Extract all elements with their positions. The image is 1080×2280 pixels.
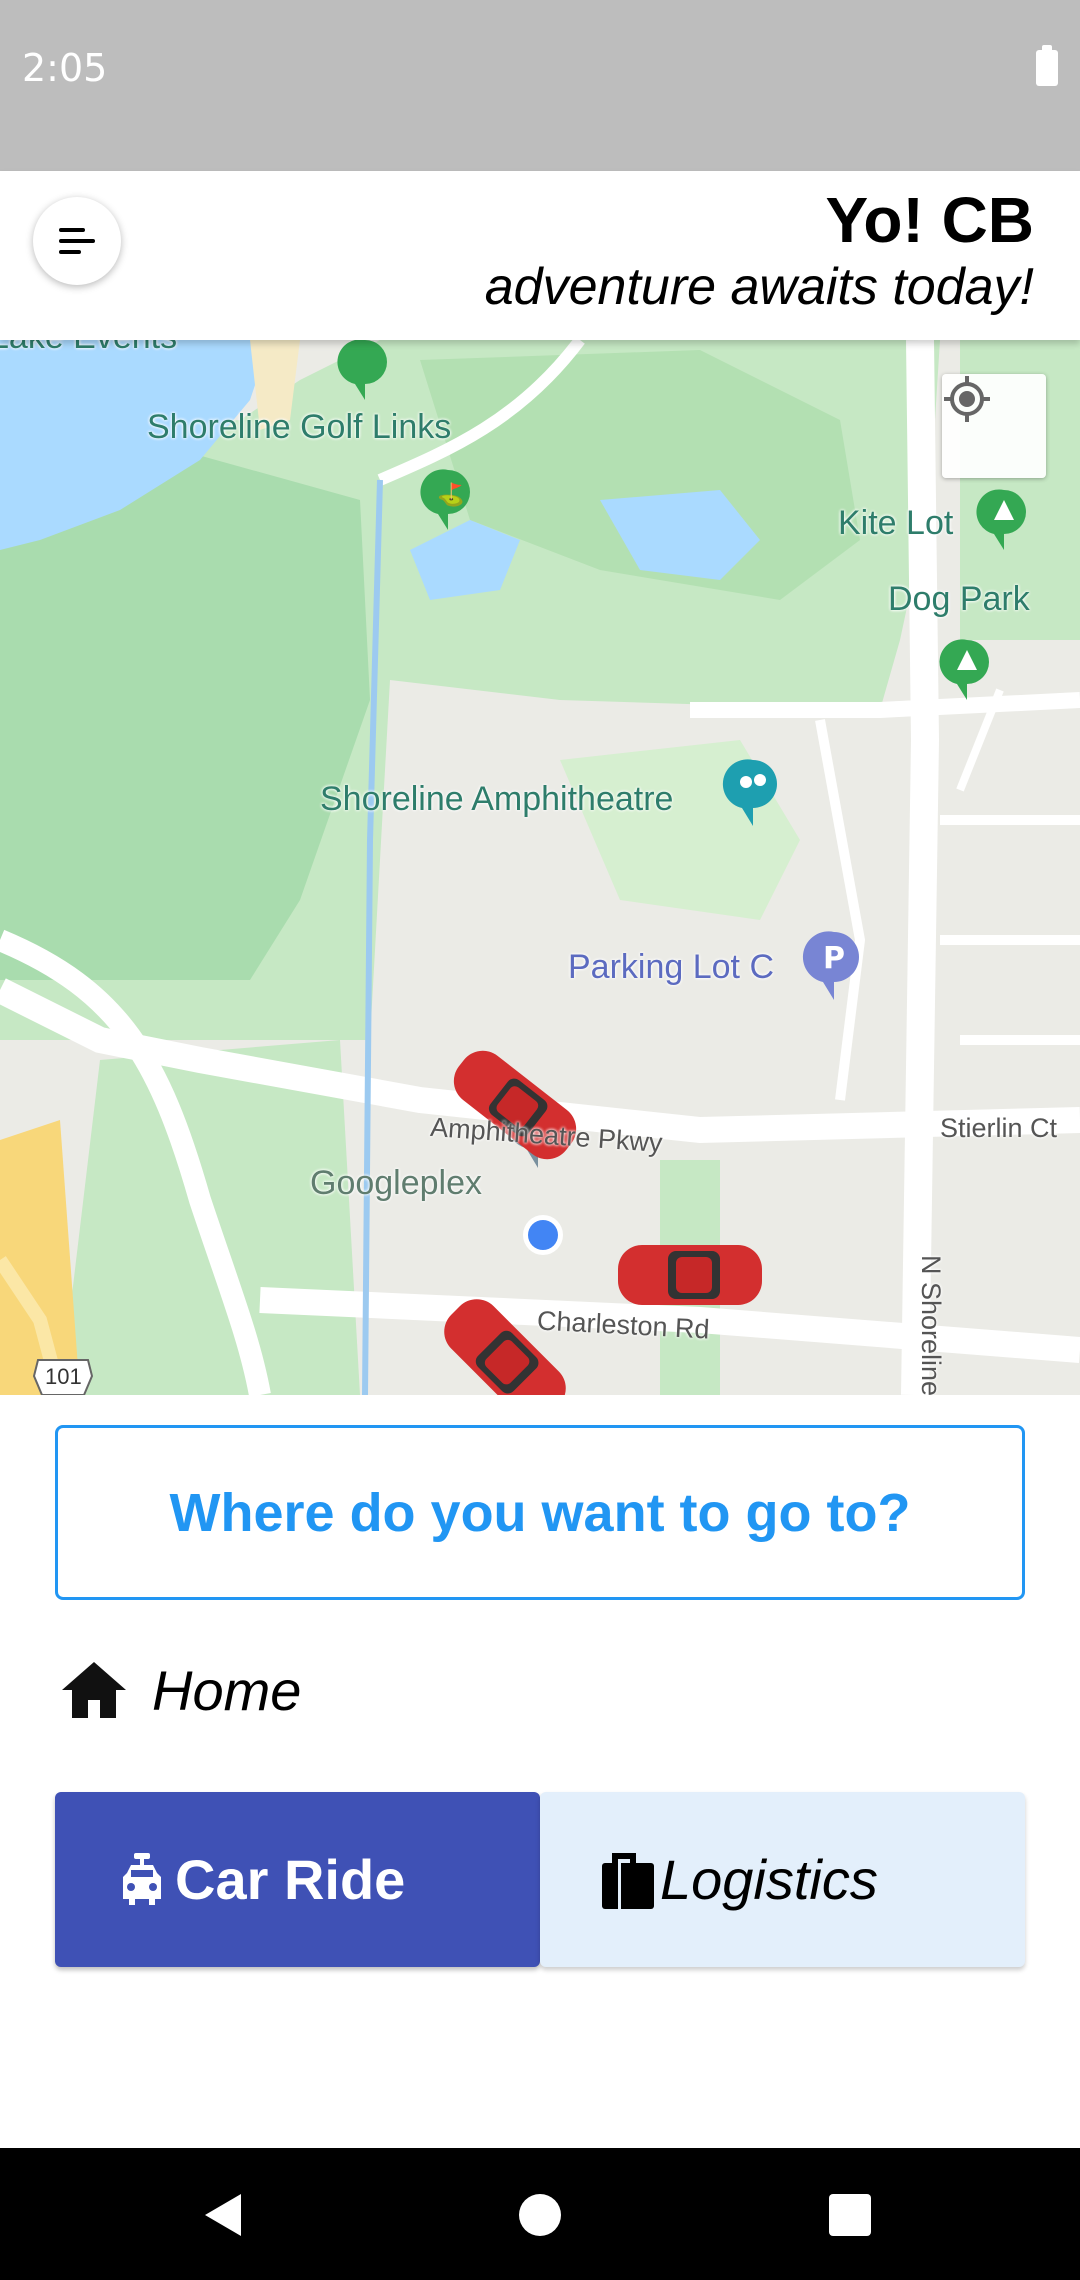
car-icon <box>123 1852 161 1905</box>
booking-panel: Where do you want to go to? Home Car Rid… <box>0 1395 1080 2148</box>
menu-icon <box>59 228 95 254</box>
app-screen: 2:05 Yo! CB adventure awaits today! ⛳ P … <box>0 0 1080 2280</box>
system-nav-bar <box>0 2148 1080 2280</box>
map-label-route-101: 101 <box>45 1364 82 1389</box>
map-label-amphitheatre: Shoreline Amphitheatre <box>320 780 674 818</box>
map-canvas: ⛳ P <box>0 340 1080 1395</box>
menu-button[interactable] <box>33 197 121 285</box>
luggage-icon <box>602 1852 654 1909</box>
home-icon <box>62 1662 126 1718</box>
map-label-golf-links: Shoreline Golf Links <box>147 408 452 446</box>
battery-full-icon <box>1036 45 1058 86</box>
map-label-n-shoreline: N Shoreline <box>916 1254 947 1395</box>
map-label-lake-events: Lake Events <box>0 340 177 357</box>
destination-search-button[interactable]: Where do you want to go to? <box>55 1425 1025 1600</box>
home-label: Home <box>152 1658 302 1722</box>
recents-square-icon[interactable] <box>829 2194 871 2236</box>
logistics-label: Logistics <box>660 1848 878 1911</box>
destination-search-label: Where do you want to go to? <box>169 1482 911 1543</box>
car-ride-label: Car Ride <box>175 1848 406 1911</box>
svg-text:⛳: ⛳ <box>437 482 464 508</box>
my-location-icon <box>944 376 990 422</box>
status-time: 2:05 <box>22 46 108 90</box>
map-label-parking-lot-c: Parking Lot C <box>568 948 774 986</box>
map-label-kite-lot: Kite Lot <box>838 504 954 542</box>
my-location-button[interactable] <box>942 374 1046 478</box>
logistics-button[interactable]: Logistics <box>540 1792 1025 1967</box>
map-label-googleplex: Googleplex <box>310 1164 483 1202</box>
car-ride-button[interactable]: Car Ride <box>55 1792 540 1967</box>
svg-text:P: P <box>823 941 845 976</box>
back-triangle-icon[interactable] <box>203 2192 243 2238</box>
map-label-dog-park: Dog Park <box>888 580 1030 618</box>
app-title: Yo! CB <box>825 184 1034 256</box>
home-circle-icon[interactable] <box>519 2194 561 2236</box>
app-tagline: adventure awaits today! <box>484 258 1034 316</box>
map-label-stierlin-ct: Stierlin Ct <box>940 1113 1058 1143</box>
map-view[interactable]: ⛳ P Shoreline Golf Links Kite Lot Dog Pa… <box>0 340 1080 1395</box>
status-bar: 2:05 <box>0 0 1080 171</box>
vehicle-marker-2 <box>618 1245 762 1305</box>
home-shortcut[interactable]: Home <box>58 1650 301 1730</box>
app-header: Yo! CB adventure awaits today! <box>0 171 1080 340</box>
